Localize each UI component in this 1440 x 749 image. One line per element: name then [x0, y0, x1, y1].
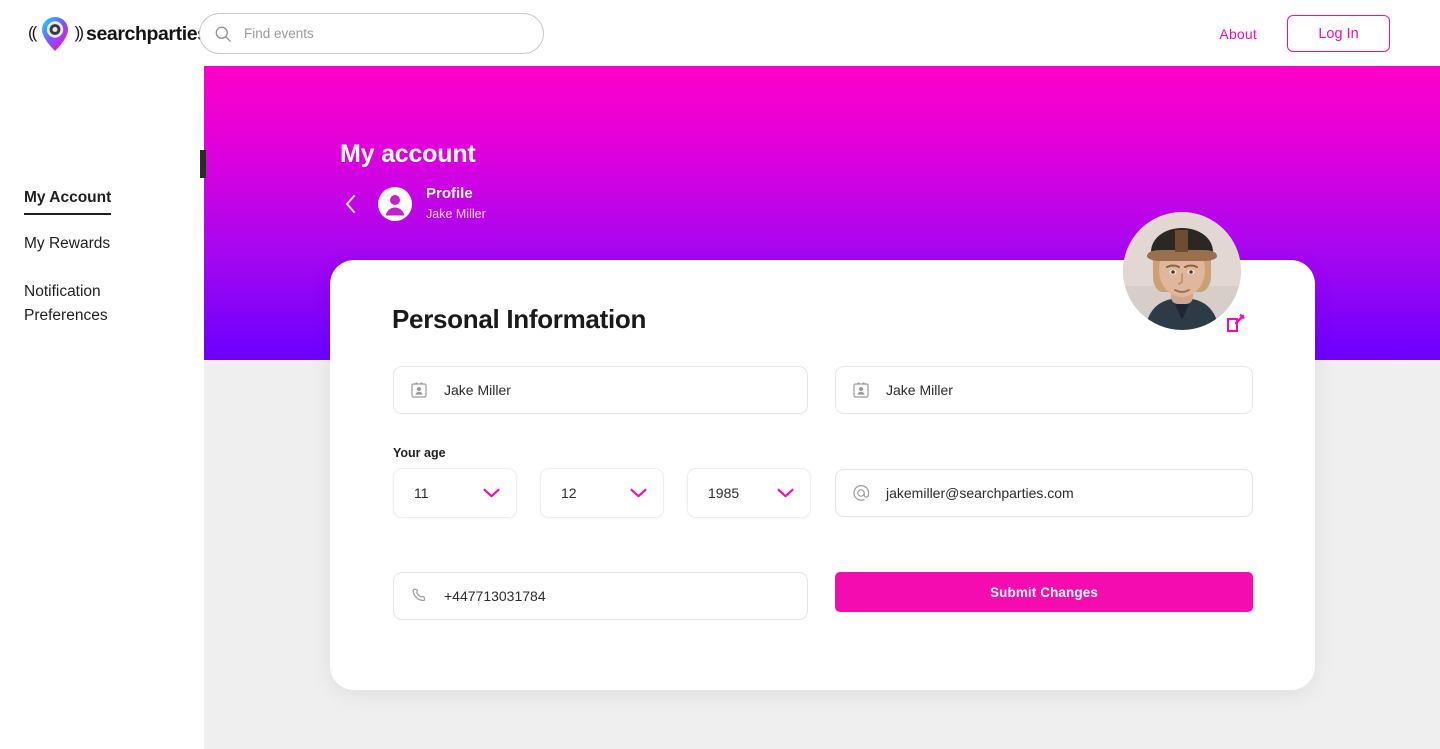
age-day-value: 11 [414, 485, 429, 501]
left-sidebar: My Account My Rewards Notification Prefe… [0, 66, 204, 749]
sidebar-item-my-account[interactable]: My Account [24, 186, 112, 215]
sidebar-item-notification-preferences[interactable]: Notification Preferences [24, 280, 154, 328]
age-month-value: 12 [561, 485, 577, 501]
sound-wave-right-icon: )) [74, 23, 84, 42]
sound-wave-left-icon: (( [28, 23, 37, 42]
submit-changes-button[interactable]: Submit Changes [835, 572, 1253, 612]
profile-photo [1123, 212, 1241, 330]
chevron-left-icon[interactable] [342, 193, 360, 215]
phone-icon [412, 588, 426, 602]
edit-pencil-icon[interactable] [1225, 312, 1247, 334]
sidebar-item-my-rewards[interactable]: My Rewards [24, 232, 110, 256]
brand-name: searchparties. [86, 22, 213, 45]
page-root: (( )) searchparties. Find events About L… [0, 0, 1440, 749]
pin-shape-icon [42, 17, 68, 51]
profile-header: Profile Jake Miller [342, 185, 486, 223]
last-name-field[interactable]: Jake Miller [835, 366, 1253, 414]
search-icon [215, 26, 231, 42]
about-link[interactable]: About [1219, 26, 1257, 42]
chevron-down-icon [777, 488, 794, 498]
page-title: My account [340, 140, 476, 168]
avatar[interactable] [1123, 212, 1245, 332]
login-button[interactable]: Log In [1287, 15, 1390, 52]
nav-actions: About Log In [1219, 15, 1390, 52]
profile-meta: Profile Jake Miller [426, 185, 486, 223]
age-year-select[interactable]: 1985 [687, 468, 811, 518]
search-input[interactable] [244, 26, 529, 41]
age-day-select[interactable]: 11 [393, 468, 517, 518]
card-title: Personal Information [392, 304, 647, 334]
age-label: Your age [393, 446, 446, 460]
top-navigation-bar: (( )) searchparties. Find events About L… [0, 0, 1440, 66]
brand-logo[interactable]: (( )) searchparties. [28, 12, 213, 56]
chevron-down-icon [483, 488, 500, 498]
email-field[interactable]: jakemiller@searchparties.com [835, 469, 1253, 517]
last-name-value: Jake Miller [886, 382, 953, 398]
profile-name: Jake Miller [426, 207, 486, 221]
contact-card-icon [853, 382, 869, 398]
chevron-down-icon [630, 488, 647, 498]
age-year-value: 1985 [708, 485, 740, 501]
search-bar[interactable] [199, 13, 544, 54]
profile-title: Profile [426, 185, 473, 202]
sidebar-drag-handle[interactable] [200, 150, 206, 178]
first-name-value: Jake Miller [444, 382, 511, 398]
user-circle-icon [378, 187, 412, 221]
phone-field[interactable]: +447713031784 [393, 572, 808, 620]
first-name-field[interactable]: Jake Miller [393, 366, 808, 414]
at-sign-icon [853, 485, 870, 501]
contact-card-icon [411, 382, 427, 398]
age-month-select[interactable]: 12 [540, 468, 664, 518]
email-value: jakemiller@searchparties.com [886, 485, 1074, 501]
map-pin-gradient-icon: (( )) [28, 12, 84, 56]
phone-value: +447713031784 [444, 588, 546, 604]
